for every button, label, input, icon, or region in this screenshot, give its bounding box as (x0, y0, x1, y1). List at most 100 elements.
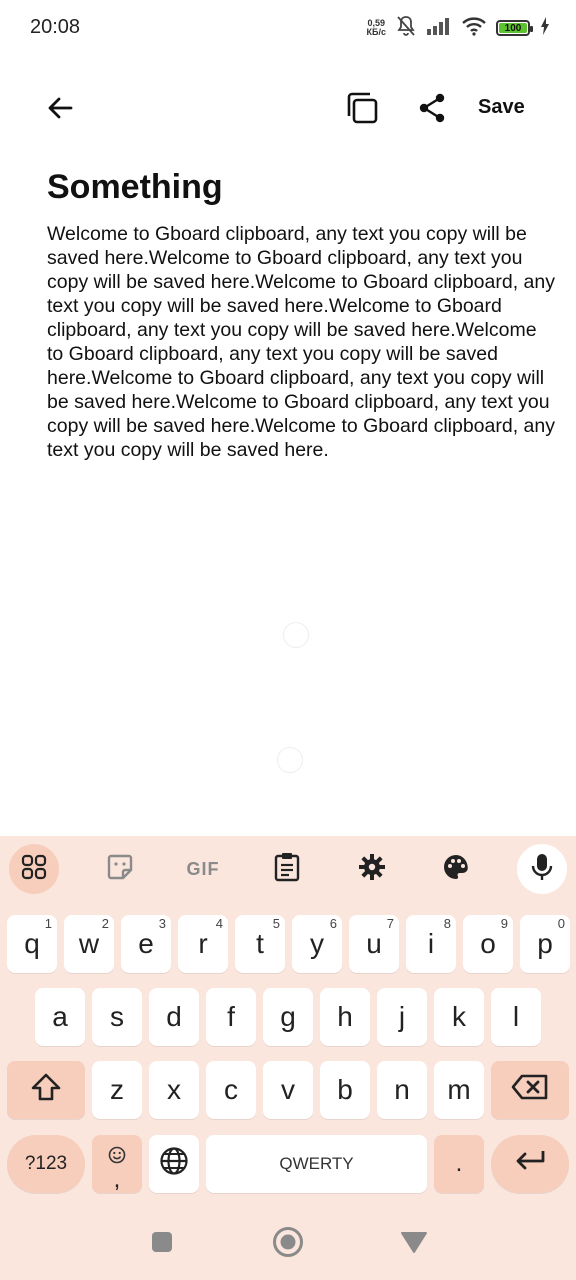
backspace-key[interactable] (491, 1061, 569, 1119)
key-label: q (24, 928, 40, 959)
back-button[interactable] (38, 88, 82, 132)
key-number-hint: 7 (386, 916, 394, 931)
note-body[interactable]: Welcome to Gboard clipboard, any text yo… (47, 222, 557, 462)
share-button[interactable] (410, 88, 454, 132)
key-label: a (52, 1001, 68, 1032)
recents-square-icon (150, 1230, 174, 1259)
period-key-label: . (455, 1150, 463, 1177)
palette-icon (442, 853, 470, 886)
save-button[interactable]: Save (478, 96, 525, 119)
symbols-key-label: ?123 (24, 1153, 68, 1174)
comma-emoji-key[interactable]: , (92, 1135, 142, 1193)
key-z[interactable]: z (92, 1061, 142, 1119)
key-y[interactable]: y6 (292, 915, 342, 973)
key-v[interactable]: v (263, 1061, 313, 1119)
key-t[interactable]: t5 (235, 915, 285, 973)
key-label: t (256, 928, 264, 959)
key-number-hint: 6 (329, 916, 337, 931)
key-x[interactable]: x (149, 1061, 199, 1119)
key-h[interactable]: h (320, 988, 370, 1046)
clipboard-icon (274, 852, 300, 887)
status-bar: 20:08 0,59 КБ/с 100 (0, 0, 576, 56)
back-nav-button[interactable] (396, 1226, 432, 1262)
key-number-hint: 2 (101, 916, 109, 931)
key-i[interactable]: i8 (406, 915, 456, 973)
arrow-left-icon (46, 94, 74, 127)
key-label: l (512, 1001, 520, 1032)
network-speed-unit: КБ/с (366, 27, 386, 37)
key-label: u (366, 928, 382, 959)
key-label: n (394, 1074, 410, 1105)
touch-ripple (277, 747, 303, 773)
key-number-hint: 0 (557, 916, 565, 931)
key-label: c (224, 1074, 238, 1105)
key-s[interactable]: s (92, 988, 142, 1046)
key-c[interactable]: c (206, 1061, 256, 1119)
key-k[interactable]: k (434, 988, 484, 1046)
key-label: k (452, 1001, 466, 1032)
key-p[interactable]: p0 (520, 915, 570, 973)
key-r[interactable]: r4 (178, 915, 228, 973)
key-w[interactable]: w2 (64, 915, 114, 973)
key-n[interactable]: n (377, 1061, 427, 1119)
key-m[interactable]: m (434, 1061, 484, 1119)
key-number-hint: 3 (158, 916, 166, 931)
key-label: x (167, 1074, 181, 1105)
key-j[interactable]: j (377, 988, 427, 1046)
signal-icon (426, 17, 452, 40)
key-q[interactable]: q1 (7, 915, 57, 973)
voice-input-button[interactable] (517, 844, 567, 894)
microphone-icon (530, 852, 554, 887)
touch-ripple (283, 622, 309, 648)
key-e[interactable]: e3 (121, 915, 171, 973)
status-icons: 0,59 КБ/с 100 (366, 15, 550, 42)
note-title[interactable]: Something (47, 168, 223, 207)
settings-button[interactable] (347, 844, 397, 894)
period-key[interactable]: . (434, 1135, 484, 1193)
theme-button[interactable] (431, 844, 481, 894)
key-a[interactable]: a (35, 988, 85, 1046)
sticker-button[interactable] (95, 844, 145, 894)
charging-icon (540, 16, 550, 40)
key-g[interactable]: g (263, 988, 313, 1046)
symbols-key[interactable]: ?123 (7, 1135, 85, 1193)
key-f[interactable]: f (206, 988, 256, 1046)
mute-icon (396, 15, 416, 42)
key-label: y (310, 928, 324, 959)
key-label: f (227, 1001, 235, 1032)
key-label: o (480, 928, 496, 959)
battery-icon: 100 (496, 20, 533, 36)
clipboard-button[interactable] (262, 844, 312, 894)
gif-icon: GIF (186, 858, 220, 879)
key-l[interactable]: l (491, 988, 541, 1046)
language-key[interactable] (149, 1135, 199, 1193)
key-b[interactable]: b (320, 1061, 370, 1119)
key-label: d (166, 1001, 182, 1032)
key-number-hint: 4 (215, 916, 223, 931)
key-label: w (78, 928, 100, 959)
status-time: 20:08 (30, 16, 81, 38)
apps-grid-icon (21, 854, 47, 885)
globe-icon (159, 1146, 189, 1183)
key-u[interactable]: u7 (349, 915, 399, 973)
key-number-hint: 9 (500, 916, 508, 931)
enter-key[interactable] (491, 1135, 569, 1193)
key-o[interactable]: o9 (463, 915, 513, 973)
key-label: j (398, 1001, 406, 1032)
key-number-hint: 5 (272, 916, 280, 931)
home-button[interactable] (270, 1226, 306, 1262)
space-key[interactable]: QWERTY (206, 1135, 427, 1193)
space-key-label: QWERTY (279, 1154, 354, 1173)
battery-level: 100 (504, 22, 522, 34)
app-bar: Save (0, 80, 576, 140)
key-label: h (337, 1001, 353, 1032)
key-label: v (281, 1074, 295, 1105)
key-label: g (280, 1001, 296, 1032)
back-triangle-icon (400, 1230, 428, 1259)
recents-button[interactable] (144, 1226, 180, 1262)
gif-button[interactable]: GIF (178, 844, 228, 894)
shift-key[interactable] (7, 1061, 85, 1119)
apps-grid-button[interactable] (9, 844, 59, 894)
copy-button[interactable] (340, 88, 384, 132)
key-d[interactable]: d (149, 988, 199, 1046)
